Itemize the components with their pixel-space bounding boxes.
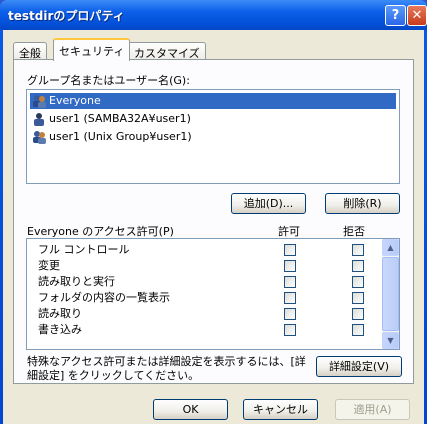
permission-row: 読み取り [27, 307, 383, 321]
deny-checkbox[interactable] [352, 308, 364, 320]
close-button[interactable]: ✕ [407, 5, 427, 26]
users-label: グループ名またはユーザー名(G): [27, 74, 190, 87]
tab-customize[interactable]: カスタマイズ [128, 42, 206, 60]
list-item-user1-samba[interactable]: user1 (SAMBA32A¥user1) [30, 111, 396, 127]
scroll-down-icon[interactable]: ▼ [382, 332, 399, 349]
deny-header: 拒否 [343, 225, 365, 238]
advanced-hint-line2: 細設定] をクリックしてください。 [27, 369, 200, 382]
allow-checkbox[interactable] [284, 308, 296, 320]
deny-checkbox[interactable] [352, 244, 364, 256]
list-item-everyone[interactable]: Everyone [30, 93, 396, 109]
permission-row: フル コントロール [27, 243, 383, 257]
scroll-up-icon[interactable]: ▲ [382, 239, 399, 256]
permission-name: フォルダの内容の一覧表示 [38, 291, 170, 304]
ok-button[interactable]: OK [153, 399, 228, 420]
permission-name: 読み取りと実行 [38, 275, 115, 288]
permission-name: 変更 [38, 259, 60, 272]
help-button[interactable]: ? [385, 5, 406, 26]
deny-checkbox[interactable] [352, 276, 364, 288]
user-name: user1 (Unix Group¥user1) [49, 130, 192, 143]
window-title: testdirのプロパティ [8, 9, 125, 23]
user-icon [34, 113, 44, 126]
tab-general[interactable]: 全般 [13, 42, 47, 60]
permission-row: 書き込み [27, 323, 383, 337]
properties-window: testdirのプロパティ ? ✕ 全般 セキュリティ カスタマイズ グループ名… [0, 0, 427, 424]
add-button[interactable]: 追加(D)... [231, 193, 306, 214]
permission-name: 読み取り [38, 307, 82, 320]
allow-checkbox[interactable] [284, 260, 296, 272]
permission-row: フォルダの内容の一覧表示 [27, 291, 383, 305]
deny-checkbox[interactable] [352, 260, 364, 272]
cancel-button[interactable]: キャンセル [243, 399, 318, 420]
permission-list: フル コントロール 変更 読み取りと実行 フォルダの内容の一覧表示 読み取り 書… [26, 238, 400, 350]
group-icon [33, 131, 46, 144]
scrollbar[interactable]: ▲ ▼ [382, 239, 399, 349]
tab-security[interactable]: セキュリティ [53, 38, 131, 61]
permission-row: 変更 [27, 259, 383, 273]
apply-button[interactable]: 適用(A) [335, 399, 410, 420]
allow-checkbox[interactable] [284, 276, 296, 288]
group-icon [33, 95, 46, 108]
permissions-label: Everyone のアクセス許可(P) [27, 225, 174, 238]
user-name: Everyone [49, 94, 101, 107]
user-list[interactable]: Everyone user1 (SAMBA32A¥user1) user1 (U… [26, 89, 400, 184]
deny-checkbox[interactable] [352, 324, 364, 336]
remove-button[interactable]: 削除(R) [325, 193, 400, 214]
permission-name: 書き込み [38, 323, 82, 336]
dialog-body: 全般 セキュリティ カスタマイズ グループ名またはユーザー名(G): Every… [3, 30, 424, 424]
user-name: user1 (SAMBA32A¥user1) [49, 112, 191, 125]
title-bar[interactable]: testdirのプロパティ ? ✕ [0, 0, 427, 30]
permission-name: フル コントロール [38, 243, 130, 256]
allow-header: 許可 [278, 225, 300, 238]
permission-row: 読み取りと実行 [27, 275, 383, 289]
allow-checkbox[interactable] [284, 244, 296, 256]
list-item-user1-unix[interactable]: user1 (Unix Group¥user1) [30, 129, 396, 145]
advanced-button[interactable]: 詳細設定(V) [316, 356, 402, 377]
scroll-thumb[interactable] [382, 257, 399, 331]
allow-checkbox[interactable] [284, 292, 296, 304]
deny-checkbox[interactable] [352, 292, 364, 304]
allow-checkbox[interactable] [284, 324, 296, 336]
